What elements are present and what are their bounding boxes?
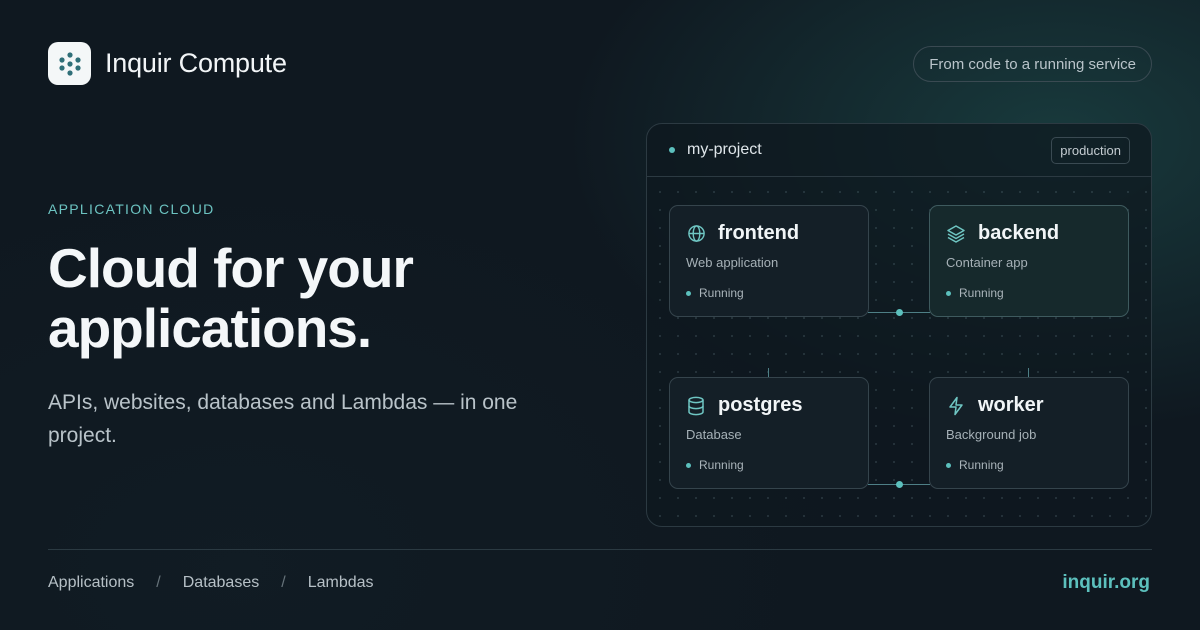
brand[interactable]: Inquir Compute [48, 42, 287, 85]
project-panel: my-project production frontend Web appli… [646, 123, 1152, 527]
service-card-worker[interactable]: worker Background job Running [929, 377, 1129, 489]
status-dot [946, 290, 951, 296]
status-label: Running [959, 286, 1004, 300]
status-dot [686, 290, 691, 296]
eyebrow: APPLICATION CLOUD [48, 201, 215, 217]
database-icon [686, 396, 706, 416]
service-name: worker [978, 394, 1044, 416]
connector-dot [896, 309, 903, 316]
service-status: Running [686, 458, 852, 472]
headline: Cloud for your applications. [48, 237, 414, 359]
service-name: backend [978, 222, 1060, 244]
service-name: frontend [718, 222, 800, 244]
service-status: Running [686, 286, 852, 300]
status-dot [946, 462, 951, 468]
environment-badge[interactable]: production [1051, 137, 1130, 164]
service-type: Database [686, 427, 742, 442]
dots-cluster-logo-icon [58, 51, 81, 76]
service-type: Background job [946, 427, 1037, 442]
connector-dot [896, 481, 903, 488]
footer-nav: Applications / Databases / Lambdas [48, 574, 374, 592]
site-link[interactable]: inquir.org [1062, 572, 1150, 594]
project-name[interactable]: my-project [687, 141, 762, 159]
layers-icon [946, 224, 966, 244]
service-graph: frontend Web application Running backend… [647, 177, 1151, 526]
footer-link-lambdas[interactable]: Lambdas [308, 574, 374, 592]
status-label: Running [959, 458, 1004, 472]
footer-link-databases[interactable]: Databases [183, 574, 260, 592]
service-card-postgres[interactable]: postgres Database Running [669, 377, 869, 489]
brand-name: Inquir Compute [105, 48, 287, 78]
globe-icon [686, 224, 706, 244]
status-label: Running [699, 286, 744, 300]
tagline-pill: From code to a running service [913, 46, 1152, 82]
logo [48, 42, 91, 85]
service-card-frontend[interactable]: frontend Web application Running [669, 205, 869, 317]
service-name: postgres [718, 394, 803, 416]
panel-header: my-project production [647, 124, 1151, 177]
service-status: Running [946, 286, 1112, 300]
separator: / [281, 574, 286, 591]
footer-link-applications[interactable]: Applications [48, 574, 134, 592]
subline: APIs, websites, databases and Lambdas — … [48, 391, 518, 447]
service-card-backend[interactable]: backend Container app Running [929, 205, 1129, 317]
service-type: Web application [686, 255, 779, 270]
service-type: Container app [946, 255, 1028, 270]
status-dot [686, 462, 691, 468]
footer-divider [48, 549, 1152, 550]
bolt-icon [946, 396, 966, 416]
service-status: Running [946, 458, 1112, 472]
status-label: Running [699, 458, 744, 472]
separator: / [156, 574, 161, 591]
project-status-dot [669, 147, 675, 153]
